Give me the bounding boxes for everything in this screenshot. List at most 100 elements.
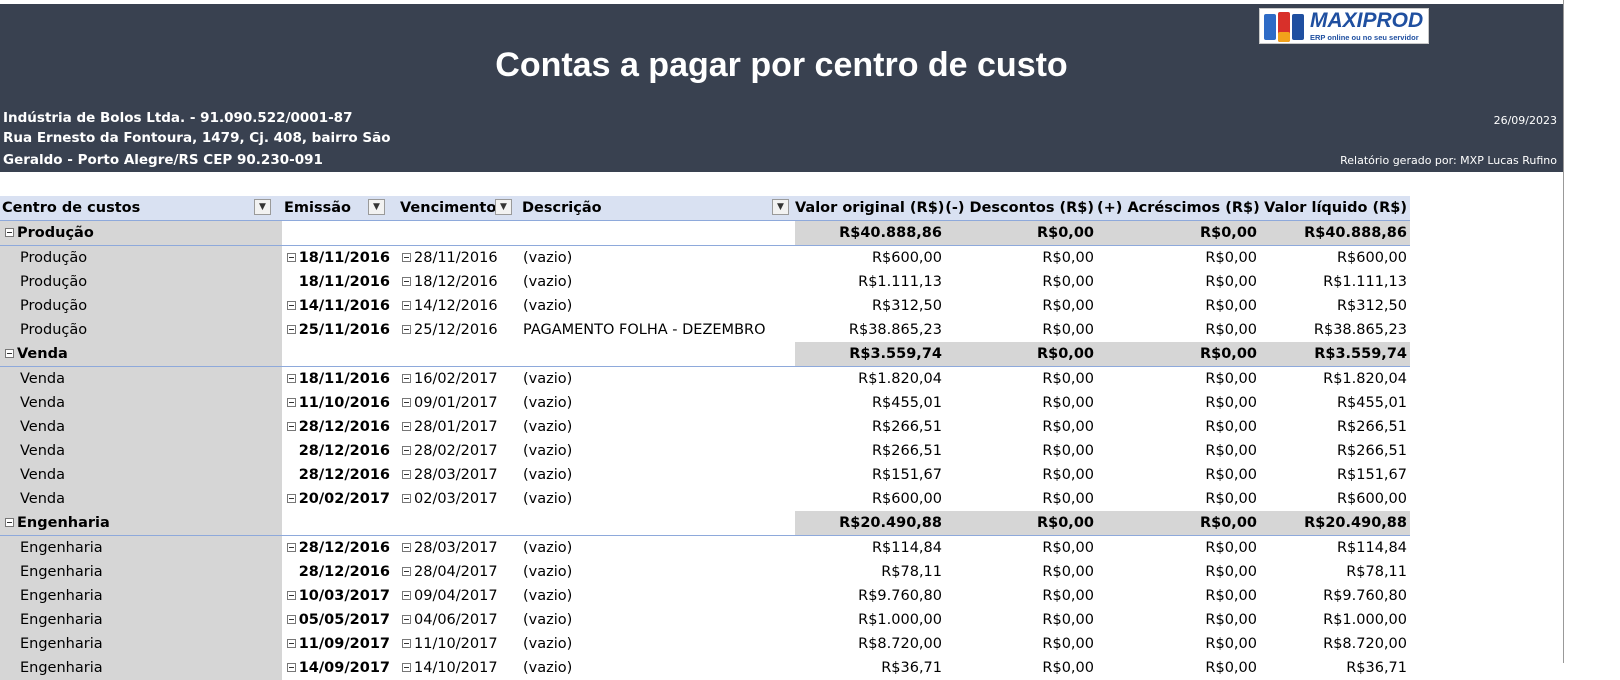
collapse-toggle-icon[interactable] [5,227,14,237]
table-row[interactable]: Venda 20/02/2017 02/03/2017 (vazio) R$600,00… [0,487,1410,511]
emissao-date: 25/11/2016 [298,322,390,338]
emissao-cell: 11/10/2016 [282,391,398,415]
group-row[interactable]: Produção R$40.888,86 R$0,00 R$0,00 R$40.888,… [0,221,1410,246]
table-row[interactable]: Venda 28/12/2016 28/02/2017 (vazio) R$266,51… [0,439,1410,463]
value-cell: R$36,71 [1260,656,1410,680]
col-header-valor-liquido[interactable]: Valor líquido (R$) [1260,196,1410,220]
table-row[interactable]: Venda 18/11/2016 16/02/2017 (vazio) R$1.820,… [0,367,1410,391]
col-header-label: Descrição [522,200,602,216]
col-header-valor-original[interactable]: Valor original (R$) [795,196,945,220]
table-row[interactable]: Produção 14/11/2016 14/12/2016 (vazio) R$312… [0,294,1410,318]
vencimento-date: 04/06/2017 [414,612,498,628]
collapse-toggle-icon[interactable] [5,517,14,527]
value-text: R$1.820,04 [1323,371,1407,387]
value-text: R$600,00 [871,491,942,507]
collapse-toggle-icon[interactable] [286,373,296,383]
collapse-toggle-icon[interactable] [402,373,411,383]
cost-center-cell: Produção [0,294,282,318]
collapse-toggle-icon[interactable] [402,638,411,648]
value-cell: R$0,00 [945,560,1097,584]
value-cell: R$455,01 [795,391,945,415]
value-cell: R$1.111,13 [1260,270,1410,294]
col-header-vencimento[interactable]: Vencimento ▼ [398,196,520,220]
group-name-cell[interactable]: Produção [0,221,282,245]
collapse-toggle-icon[interactable] [402,324,411,334]
table-row[interactable]: Produção 18/11/2016 28/11/2016 (vazio) R$600… [0,246,1410,270]
filter-dropdown-icon[interactable]: ▼ [495,199,512,215]
group-name: Engenharia [17,515,110,531]
collapse-toggle-icon[interactable] [286,421,296,431]
table-row[interactable]: Engenharia 28/12/2016 28/03/2017 (vazio) R$1… [0,536,1410,560]
collapse-toggle-icon[interactable] [402,276,411,286]
collapse-toggle-icon[interactable] [402,493,411,503]
collapse-toggle-icon[interactable] [286,252,296,262]
collapse-toggle-icon[interactable] [402,252,411,262]
value-cell: R$0,00 [945,608,1097,632]
collapse-toggle-icon[interactable] [402,566,411,576]
table-row[interactable]: Venda 28/12/2016 28/01/2017 (vazio) R$266,51… [0,415,1410,439]
collapse-toggle-icon[interactable] [402,614,411,624]
emissao-cell: 11/09/2017 [282,632,398,656]
group-total-value: R$40.888,86 [839,225,942,241]
table-row[interactable]: Venda 11/10/2016 09/01/2017 (vazio) R$455,01… [0,391,1410,415]
group-total-cell: R$40.888,86 [1260,221,1410,245]
collapse-toggle-icon[interactable] [286,397,296,407]
collapse-toggle-icon[interactable] [402,469,411,479]
collapse-toggle-icon[interactable] [402,445,411,455]
collapse-toggle-icon[interactable] [286,493,296,503]
filter-dropdown-icon[interactable]: ▼ [772,199,789,215]
collapse-toggle-icon[interactable] [286,590,296,600]
value-text: R$312,50 [871,298,942,314]
emissao-cell: 28/12/2016 [282,439,398,463]
collapse-toggle-icon[interactable] [286,614,296,624]
vencimento-cell: 04/06/2017 [398,608,520,632]
group-row[interactable]: Engenharia R$20.490,88 R$0,00 R$0,00 R$20.49… [0,511,1410,536]
collapse-toggle-icon[interactable] [402,300,411,310]
col-header-descricao[interactable]: Descrição ▼ [520,196,795,220]
collapse-toggle-icon[interactable] [5,348,14,358]
collapse-toggle-icon[interactable] [286,324,296,334]
sheet-gutter [1563,0,1620,663]
value-cell: R$0,00 [945,487,1097,511]
value-cell: R$0,00 [1097,318,1260,342]
collapse-toggle-icon[interactable] [402,397,411,407]
value-text: R$312,50 [1336,298,1407,314]
descricao-cell: (vazio) [520,415,795,439]
value-text: R$455,01 [1336,395,1407,411]
table-row[interactable]: Engenharia 28/12/2016 28/04/2017 (vazio) R$7… [0,560,1410,584]
descricao-cell: (vazio) [520,656,795,680]
col-header-descontos[interactable]: (-) Descontos (R$) [945,196,1097,220]
table-row[interactable]: Venda 28/12/2016 28/03/2017 (vazio) R$151,67… [0,463,1410,487]
collapse-toggle-icon[interactable] [286,300,296,310]
report-title: Contas a pagar por centro de custo [495,46,1068,84]
collapse-toggle-icon[interactable] [286,638,296,648]
group-total-cell: R$0,00 [1097,221,1260,245]
collapse-toggle-icon[interactable] [286,662,296,672]
table-row[interactable]: Produção 25/11/2016 25/12/2016 PAGAMENTO FO… [0,318,1410,342]
filter-dropdown-icon[interactable]: ▼ [368,199,385,215]
emissao-date: 11/10/2016 [298,395,390,411]
collapse-toggle-icon[interactable] [402,542,411,552]
table-row[interactable]: Engenharia 14/09/2017 14/10/2017 (vazio) R$3… [0,656,1410,680]
filter-dropdown-icon[interactable]: ▼ [254,199,271,215]
table-row[interactable]: Produção 18/11/2016 18/12/2016 (vazio) R$1.1… [0,270,1410,294]
collapse-toggle-icon[interactable] [286,542,296,552]
collapse-toggle-icon[interactable] [402,662,411,672]
value-cell: R$0,00 [945,536,1097,560]
table-row[interactable]: Engenharia 10/03/2017 09/04/2017 (vazio) R$9… [0,584,1410,608]
collapse-toggle-icon[interactable] [402,421,411,431]
group-row[interactable]: Venda R$3.559,74 R$0,00 R$0,00 R$3.559,74 [0,342,1410,367]
emissao-date: 05/05/2017 [298,612,390,628]
table-row[interactable]: Engenharia 11/09/2017 11/10/2017 (vazio) R$8… [0,632,1410,656]
group-total-value: R$0,00 [1199,346,1257,362]
col-header-acrescimos[interactable]: (+) Acréscimos (R$) [1097,196,1260,220]
group-name-cell[interactable]: Engenharia [0,511,282,535]
col-header-emissao[interactable]: Emissão ▼ [282,196,398,220]
value-cell: R$266,51 [1260,415,1410,439]
col-header-centro-custos[interactable]: Centro de custos ▼ [0,196,282,220]
collapse-toggle-icon[interactable] [402,590,411,600]
table-row[interactable]: Engenharia 05/05/2017 04/06/2017 (vazio) R$1… [0,608,1410,632]
group-name-cell[interactable]: Venda [0,342,282,366]
emissao-cell: 18/11/2016 [282,270,398,294]
value-cell: R$0,00 [1097,270,1260,294]
